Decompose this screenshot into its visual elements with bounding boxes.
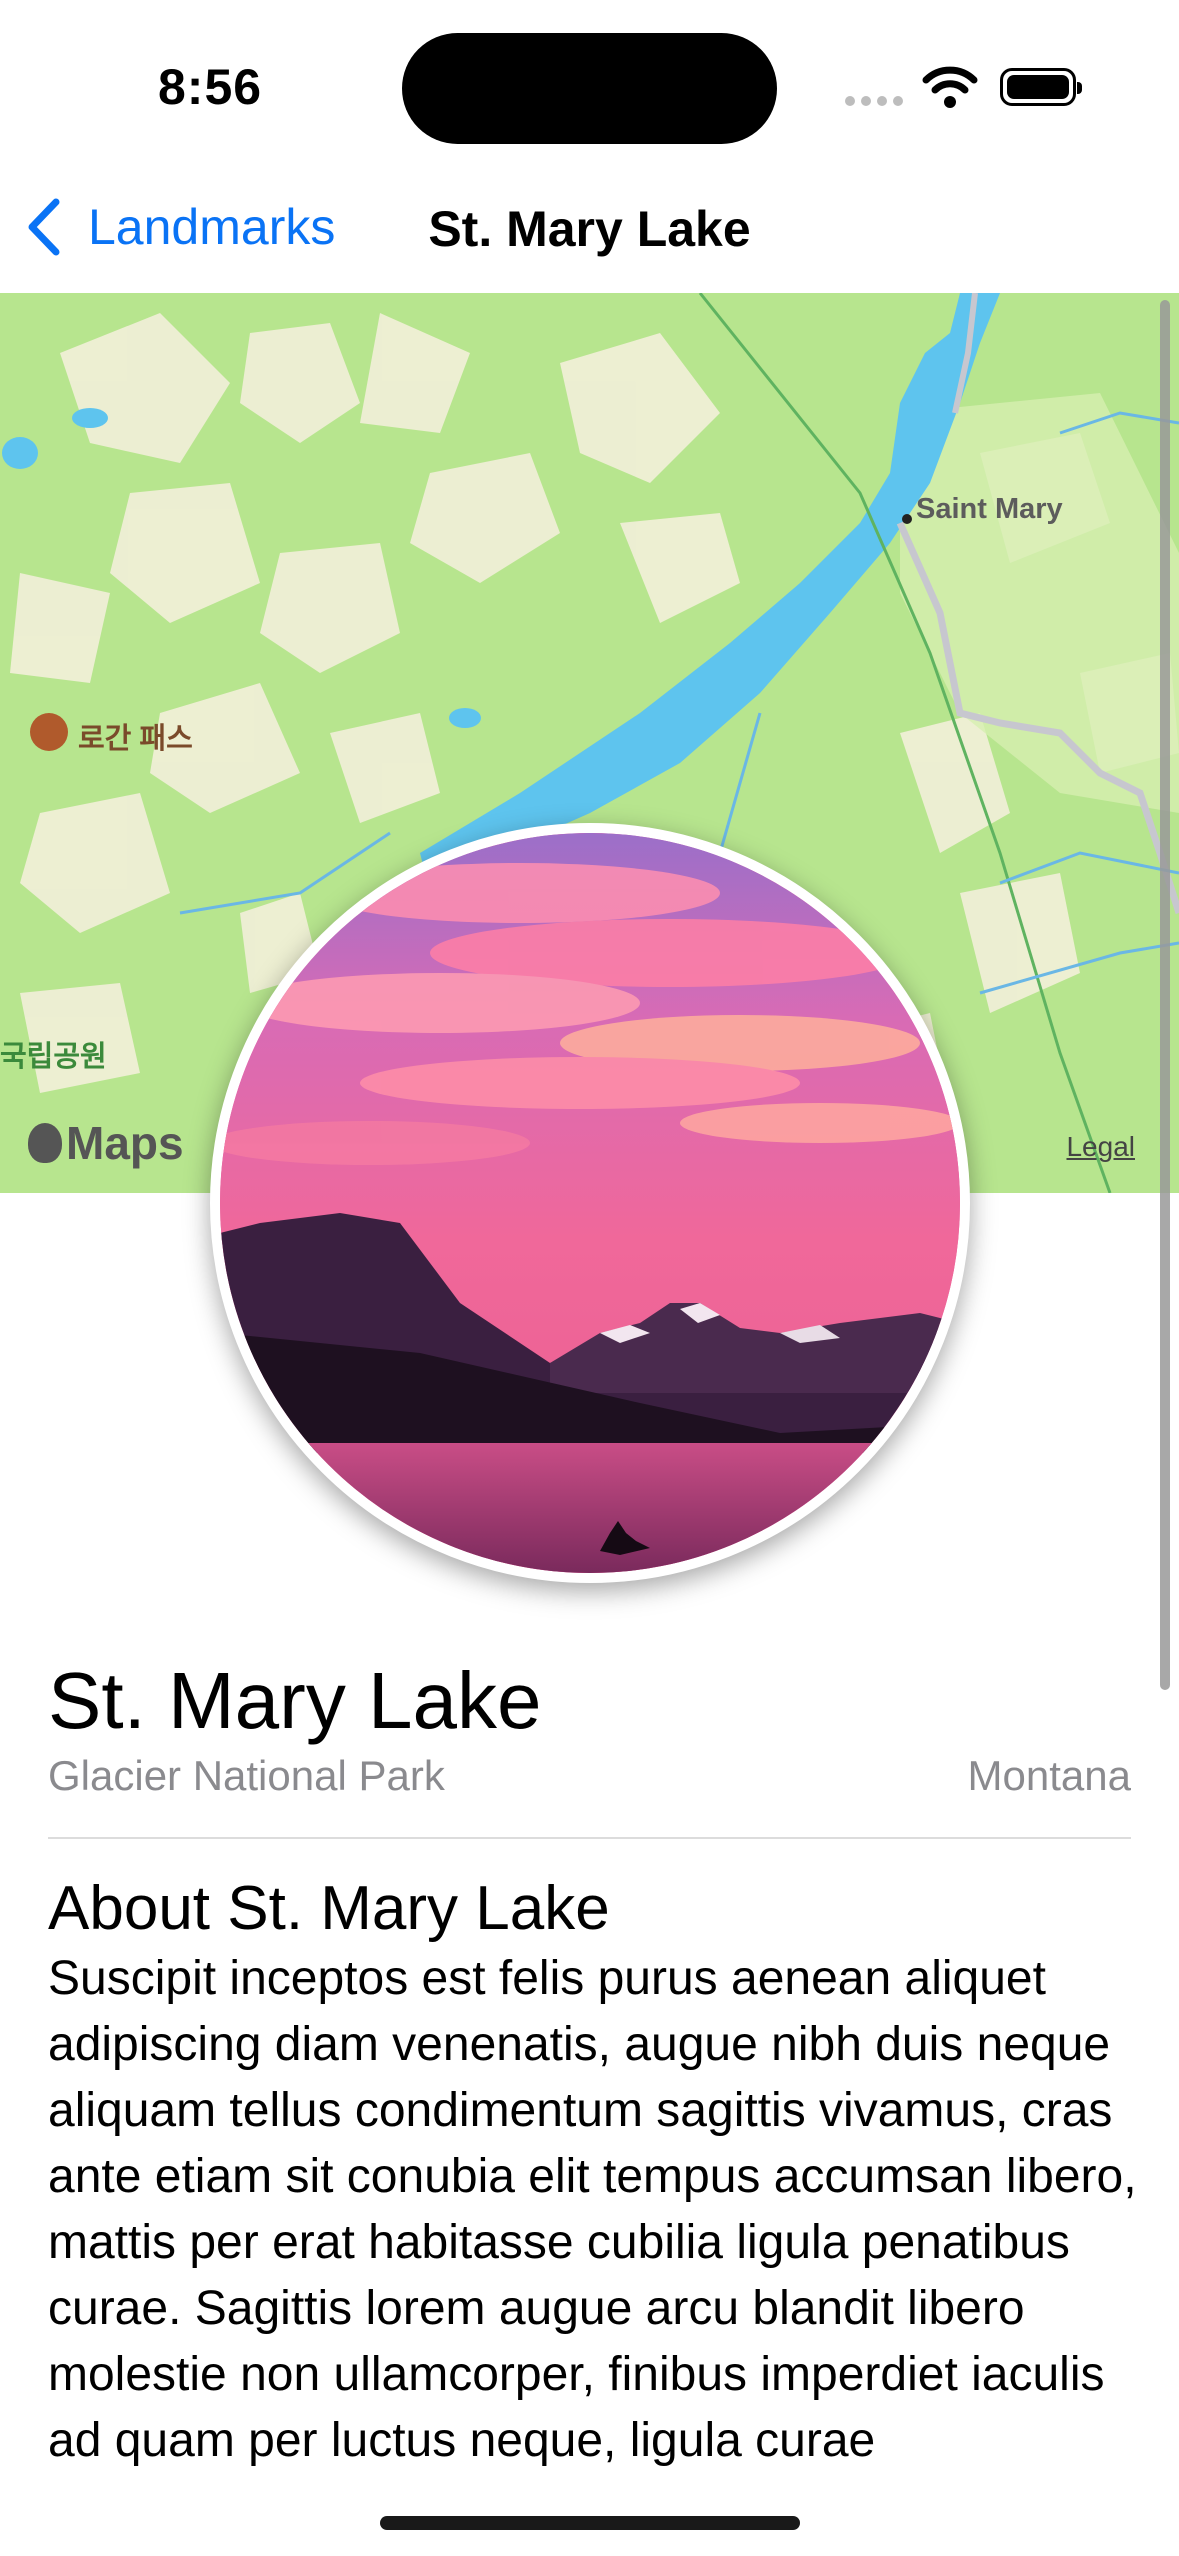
landmark-state: Montana (967, 1752, 1131, 1799)
dynamic-island (402, 33, 777, 144)
landmark-park: Glacier National Park (48, 1752, 445, 1799)
apple-logo-icon (28, 1123, 62, 1163)
landmark-title: St. Mary Lake (48, 1656, 542, 1745)
nav-title: St. Mary Lake (428, 201, 751, 257)
legal-link[interactable]: Legal (1066, 1131, 1135, 1163)
map-park-label: 국립공원 (0, 1041, 107, 1073)
home-indicator[interactable] (380, 2516, 800, 2530)
scroll-indicator (1160, 300, 1170, 1690)
mountain-pass-icon[interactable] (30, 713, 68, 751)
status-time: 8:56 (158, 59, 263, 115)
landmark-photo (210, 823, 970, 1583)
place-marker (902, 514, 912, 524)
cellular-signal-icon (845, 96, 905, 108)
wifi-icon (922, 66, 978, 108)
maps-attribution-label: Maps (66, 1117, 184, 1169)
battery-icon (1000, 68, 1082, 106)
about-description: Suscipit inceptos est felis purus aenean… (48, 1952, 1137, 2467)
about-heading: About St. Mary Lake (48, 1874, 610, 1943)
divider (48, 1837, 1131, 1839)
map-place-label: Saint Mary (916, 493, 1063, 525)
map-poi-label[interactable]: 로간 패스 (78, 715, 193, 757)
maps-attribution: Maps (28, 1116, 184, 1170)
